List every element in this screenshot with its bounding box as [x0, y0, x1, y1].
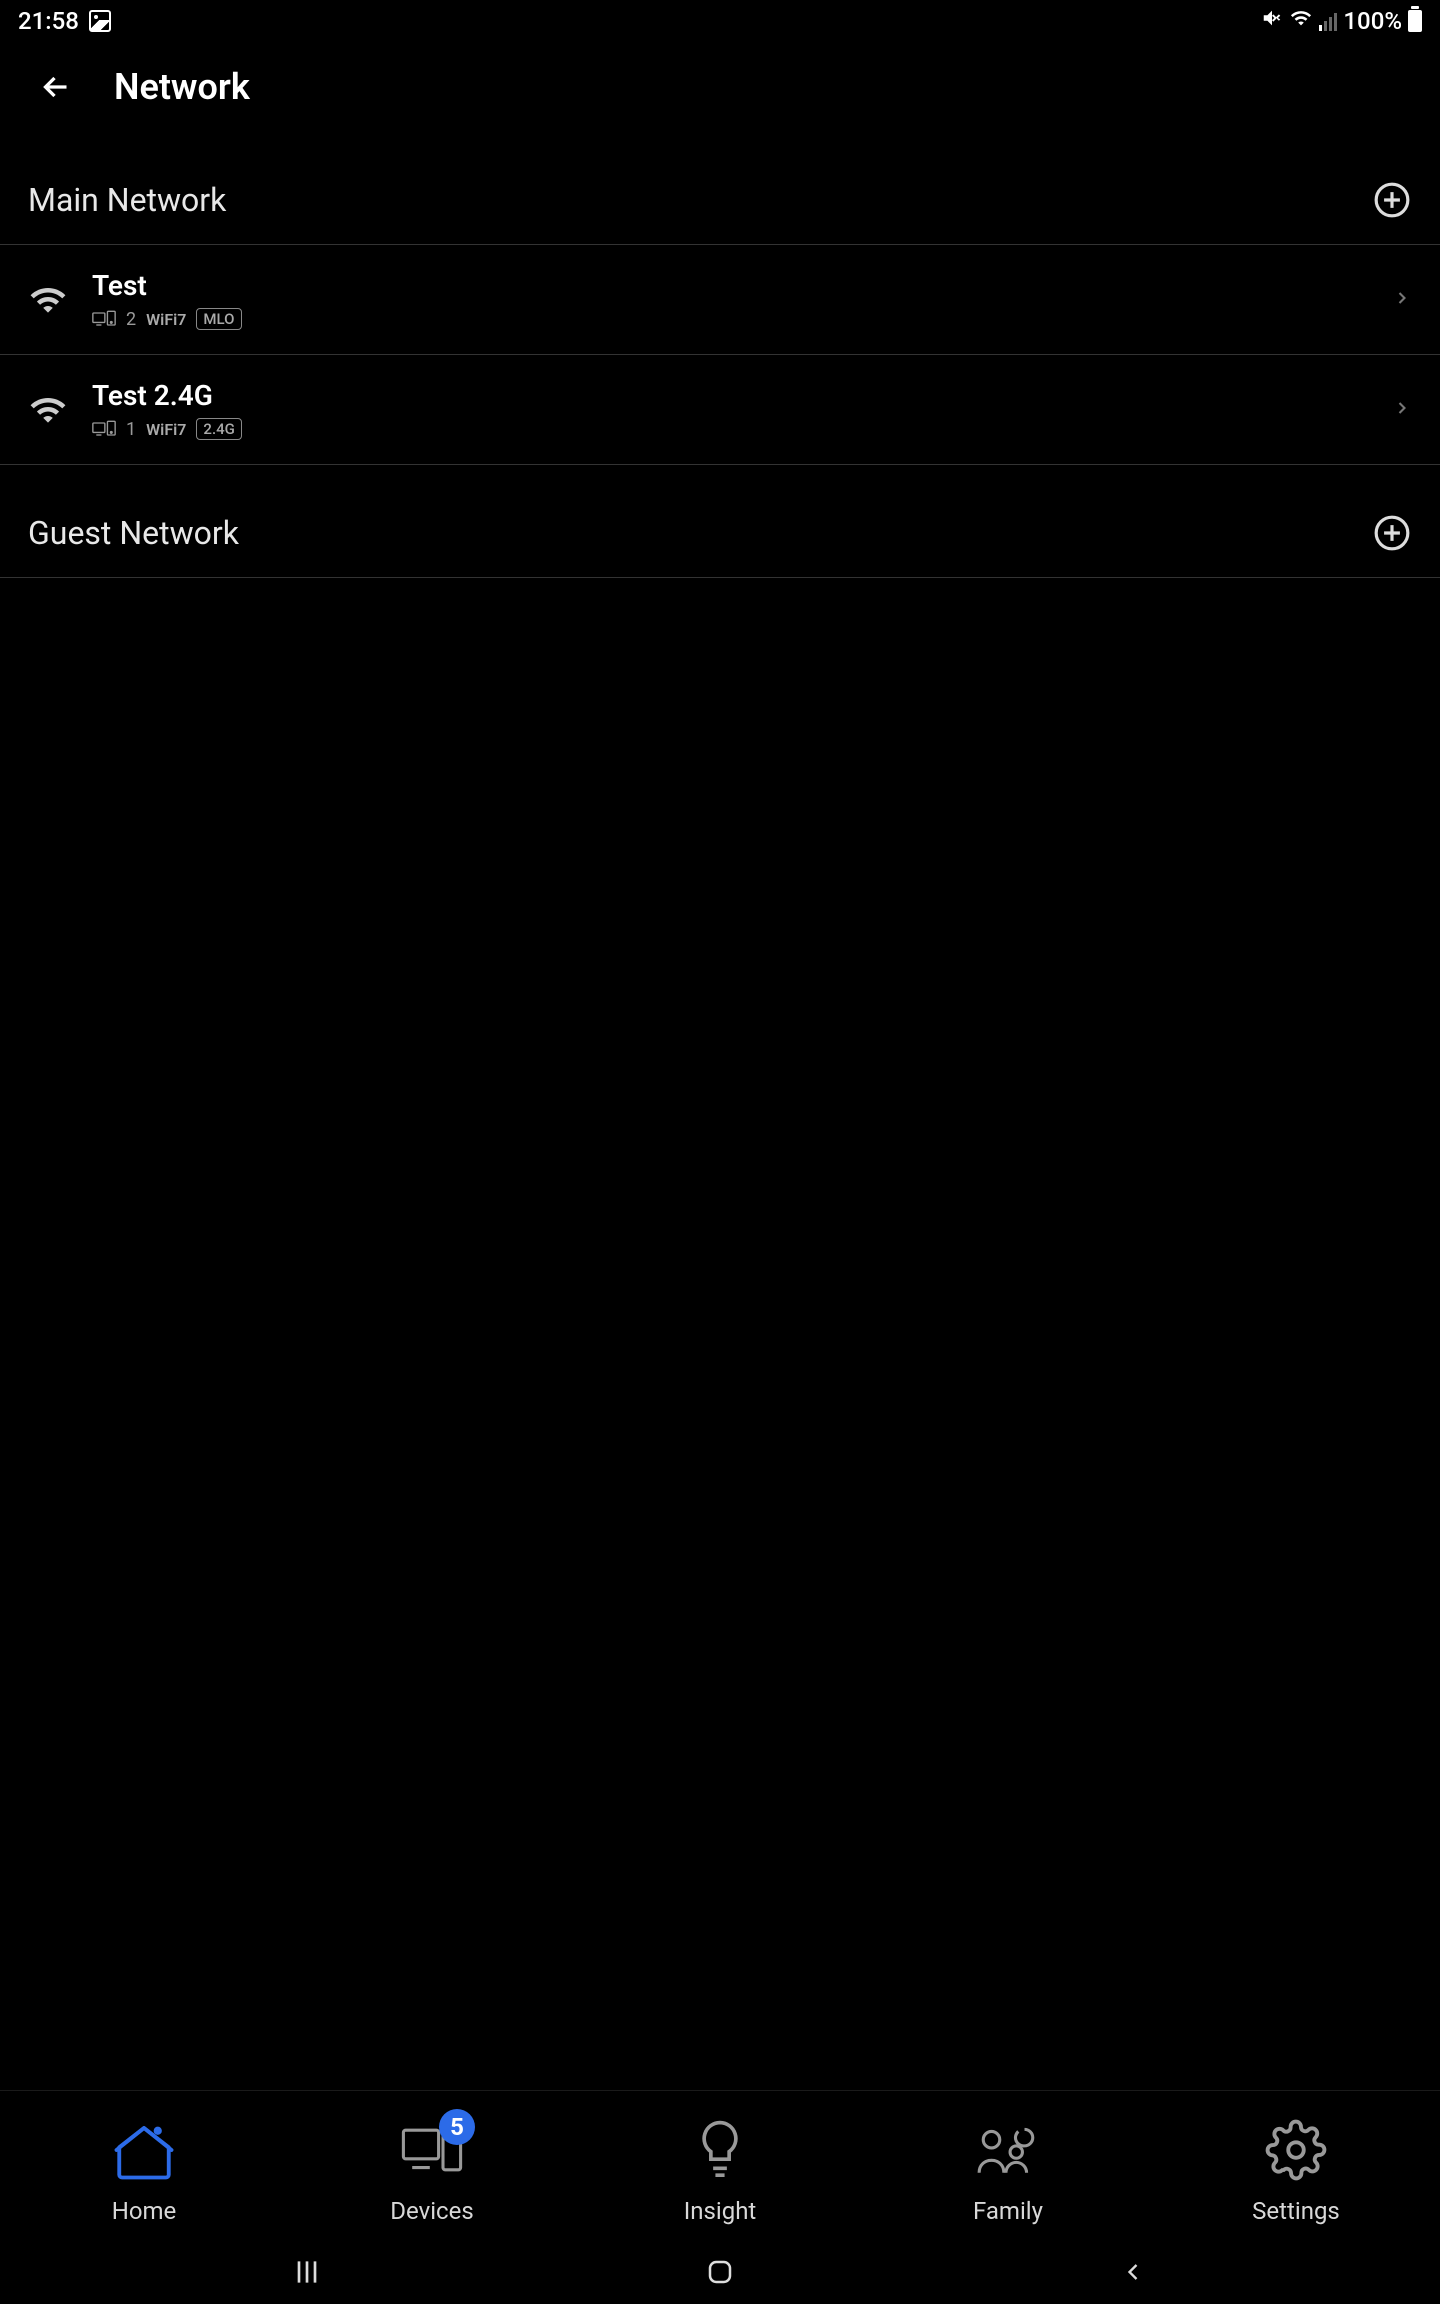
nav-family-label: Family	[973, 2197, 1043, 2225]
nav-home-label: Home	[112, 2197, 177, 2225]
wifi-version: WiFi7	[146, 420, 186, 439]
main-network-title: Main Network	[28, 181, 226, 219]
network-meta: 1 WiFi7 2.4G	[92, 418, 1368, 440]
nav-settings[interactable]: Settings	[1211, 2117, 1381, 2225]
network-info: Test 2 WiFi7 MLO	[92, 269, 1368, 330]
nav-settings-label: Settings	[1252, 2197, 1340, 2225]
nav-devices-label: Devices	[390, 2197, 473, 2225]
app-header: Network	[0, 42, 1440, 132]
status-left: 21:58	[18, 7, 111, 35]
status-time: 21:58	[18, 7, 79, 35]
add-main-network-button[interactable]	[1372, 180, 1412, 220]
add-guest-network-button[interactable]	[1372, 513, 1412, 553]
back-button[interactable]	[36, 67, 76, 107]
home-button[interactable]	[660, 2257, 780, 2287]
lightbulb-icon	[687, 2117, 753, 2183]
guest-network-section-header: Guest Network	[0, 465, 1440, 578]
nav-family[interactable]: Family	[923, 2117, 1093, 2225]
family-icon	[975, 2117, 1041, 2183]
network-info: Test 2.4G 1 WiFi7 2.4G	[92, 379, 1368, 440]
wifi-icon	[28, 391, 68, 429]
network-item-test[interactable]: Test 2 WiFi7 MLO	[0, 245, 1440, 355]
band-badge: MLO	[196, 308, 241, 330]
device-count: 2	[126, 309, 136, 330]
device-count-icon	[92, 419, 116, 439]
wifi-status-icon	[1289, 7, 1313, 35]
nav-insight[interactable]: Insight	[635, 2117, 805, 2225]
chevron-right-icon	[1392, 288, 1412, 312]
chevron-right-icon	[1392, 398, 1412, 422]
device-count-icon	[92, 309, 116, 329]
system-nav-bar	[0, 2240, 1440, 2304]
devices-icon: 5	[399, 2117, 465, 2183]
bottom-nav: Home 5 Devices Insight Family Settings	[0, 2090, 1440, 2240]
mute-icon	[1261, 7, 1283, 35]
guest-network-title: Guest Network	[28, 514, 239, 552]
image-notification-icon	[89, 10, 111, 32]
nav-devices[interactable]: 5 Devices	[347, 2117, 517, 2225]
network-name: Test 2.4G	[92, 379, 1368, 412]
network-item-test-24g[interactable]: Test 2.4G 1 WiFi7 2.4G	[0, 355, 1440, 465]
status-bar: 21:58 100%	[0, 0, 1440, 42]
battery-icon	[1408, 10, 1422, 32]
wifi-icon	[28, 281, 68, 319]
nav-home[interactable]: Home	[59, 2117, 229, 2225]
back-system-button[interactable]	[1073, 2258, 1193, 2286]
gear-icon	[1263, 2117, 1329, 2183]
main-network-section-header: Main Network	[0, 132, 1440, 245]
wifi-version: WiFi7	[146, 310, 186, 329]
band-badge: 2.4G	[196, 418, 241, 440]
cellular-signal-icon	[1319, 11, 1337, 31]
recents-button[interactable]	[247, 2256, 367, 2288]
home-icon	[111, 2117, 177, 2183]
page-title: Network	[114, 66, 250, 108]
nav-insight-label: Insight	[684, 2197, 757, 2225]
status-right: 100%	[1261, 7, 1422, 35]
device-count: 1	[126, 419, 136, 440]
network-meta: 2 WiFi7 MLO	[92, 308, 1368, 330]
devices-badge: 5	[439, 2109, 475, 2145]
network-name: Test	[92, 269, 1368, 302]
battery-percent: 100%	[1343, 7, 1402, 35]
